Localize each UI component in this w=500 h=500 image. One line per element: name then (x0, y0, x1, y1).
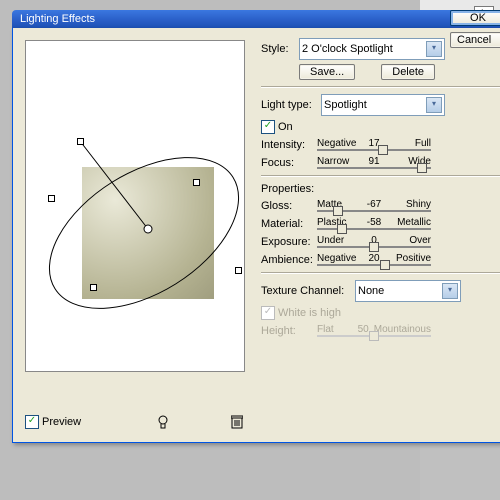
preview-label: Preview (42, 416, 81, 428)
handle[interactable] (235, 267, 242, 274)
txt: Full (387, 138, 431, 149)
preview-area[interactable] (25, 40, 245, 372)
delete-button[interactable]: Delete (381, 64, 435, 80)
white-high-label: White is high (278, 307, 341, 319)
material-slider[interactable] (317, 228, 431, 230)
height-label: Height: (261, 325, 317, 337)
chevron-down-icon: ▾ (442, 283, 458, 299)
save-button[interactable]: Save... (299, 64, 355, 80)
style-value: 2 O'clock Spotlight (302, 43, 393, 55)
light-type-label: Light type: (261, 99, 321, 111)
divider (261, 86, 500, 88)
intensity-label: Intensity: (261, 139, 317, 151)
gloss-row: Gloss: Matte-67Shiny (261, 199, 500, 212)
texture-label: Texture Channel: (261, 285, 355, 297)
handle[interactable] (48, 195, 55, 202)
exposure-slider[interactable] (317, 246, 431, 248)
focus-label: Focus: (261, 157, 317, 169)
gloss-label: Gloss: (261, 200, 317, 212)
texture-value: None (358, 285, 384, 297)
chevron-down-icon: ▾ (426, 97, 442, 113)
txt: Negative (317, 253, 361, 264)
txt: Shiny (387, 199, 431, 210)
txt: Under (317, 235, 361, 246)
style-label: Style: (261, 43, 299, 55)
txt: Metallic (387, 217, 431, 228)
txt: Negative (317, 138, 361, 149)
ambience-slider[interactable] (317, 264, 431, 266)
handle[interactable] (90, 284, 97, 291)
trash-icon[interactable] (231, 415, 243, 429)
material-label: Material: (261, 218, 317, 230)
action-buttons: OK Cancel (450, 10, 500, 48)
exposure-row: Exposure: Under0Over (261, 235, 500, 248)
intensity-row: Intensity: Negative17Full (261, 138, 500, 151)
ambience-label: Ambience: (261, 254, 317, 266)
txt: -58 (361, 217, 387, 228)
txt: Positive (387, 253, 431, 264)
preview-checkbox[interactable]: ✓ (25, 415, 39, 429)
light-type-select[interactable]: Spotlight ▾ (321, 94, 445, 116)
height-row: Height: Flat50Mountainous (261, 324, 500, 337)
intensity-slider[interactable] (317, 149, 431, 151)
gloss-slider[interactable] (317, 210, 431, 212)
light-type-value: Spotlight (324, 99, 367, 111)
exposure-label: Exposure: (261, 236, 317, 248)
txt: 91 (361, 156, 387, 167)
style-select[interactable]: 2 O'clock Spotlight ▾ (299, 38, 445, 60)
txt: -67 (361, 199, 387, 210)
on-label: On (278, 121, 293, 133)
preview-footer: ✓ Preview (25, 414, 243, 430)
controls-panel: Style: 2 O'clock Spotlight ▾ Save... Del… (261, 38, 500, 342)
divider (261, 272, 500, 274)
txt: Flat (317, 324, 353, 335)
height-slider (317, 335, 431, 337)
properties-label: Properties: (261, 183, 500, 195)
texture-select[interactable]: None ▾ (355, 280, 461, 302)
txt: Over (387, 235, 431, 246)
txt: Narrow (317, 156, 361, 167)
cancel-button[interactable]: Cancel (450, 32, 500, 48)
focus-row: Focus: Narrow91Wide (261, 156, 500, 169)
handle[interactable] (193, 179, 200, 186)
chevron-down-icon: ▾ (426, 41, 442, 57)
material-row: Material: Plastic-58Metallic (261, 217, 500, 230)
ambience-row: Ambience: Negative20Positive (261, 253, 500, 266)
focus-slider[interactable] (317, 167, 431, 169)
lightbulb-icon[interactable] (155, 414, 171, 430)
txt: Mountainous (374, 324, 431, 335)
ok-button[interactable]: OK (450, 10, 500, 26)
lighting-effects-dialog: ✓ Preview Style: 2 O'clock Spotlight ▾ S… (12, 28, 500, 443)
divider (261, 175, 500, 177)
handle[interactable] (77, 138, 84, 145)
dialog-titlebar[interactable]: Lighting Effects (12, 10, 500, 30)
light-ellipse (26, 41, 244, 371)
on-checkbox[interactable]: ✓ (261, 120, 275, 134)
white-high-checkbox: ✓ (261, 306, 275, 320)
